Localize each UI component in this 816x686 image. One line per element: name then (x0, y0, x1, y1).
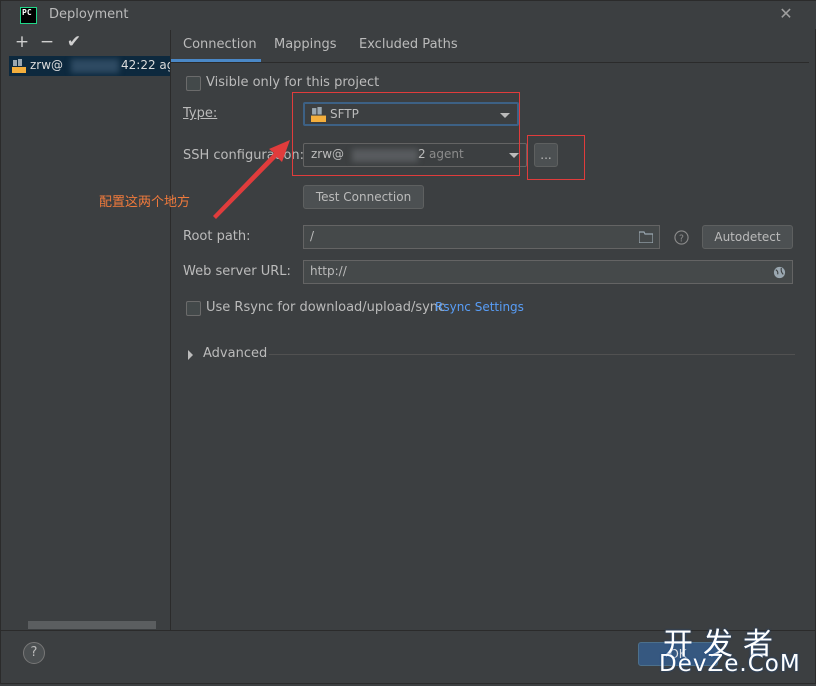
highlight-box-type-ssh (292, 92, 520, 176)
active-tab-indicator (171, 59, 261, 62)
folder-icon[interactable] (639, 231, 653, 243)
visible-only-checkbox[interactable] (186, 76, 201, 91)
server-list-panel: + − ✔ zrw@ 42:22 age (8, 30, 171, 630)
pycharm-logo-icon: PC (20, 7, 37, 24)
test-connection-button[interactable]: Test Connection (303, 185, 424, 209)
chevron-right-icon[interactable] (188, 350, 193, 360)
window-title: Deployment (49, 7, 129, 22)
root-path-label: Root path: (183, 229, 251, 244)
apply-icon[interactable]: ✔ (65, 32, 83, 52)
use-rsync-checkbox[interactable] (186, 301, 201, 316)
add-server-icon[interactable]: + (13, 32, 31, 52)
globe-icon[interactable] (773, 266, 786, 279)
visible-only-label: Visible only for this project (206, 75, 380, 90)
highlight-box-more-button (527, 135, 585, 180)
web-server-url-label: Web server URL: (183, 264, 291, 279)
title-bar: PC Deployment ✕ (1, 1, 816, 29)
autodetect-button[interactable]: Autodetect (702, 225, 793, 249)
root-path-input[interactable]: / (303, 225, 660, 249)
tab-connection[interactable]: Connection (183, 37, 257, 52)
advanced-separator (269, 354, 795, 355)
watermark-line-2: DevZe.CoM (659, 651, 801, 677)
tab-bar: Connection Mappings Excluded Paths (171, 30, 809, 63)
web-server-url-value: http:// (310, 264, 347, 278)
help-button[interactable]: ? (23, 642, 45, 664)
advanced-section-toggle[interactable]: Advanced (203, 346, 267, 361)
server-name-suffix: 42:22 age (121, 58, 170, 72)
use-rsync-label: Use Rsync for download/upload/sync (206, 300, 446, 315)
web-server-url-input[interactable]: http:// (303, 260, 793, 284)
svg-text:?: ? (679, 233, 684, 244)
redacted-host (71, 59, 119, 73)
type-label: Type: (183, 106, 218, 121)
annotation-arrow-icon (213, 140, 290, 219)
rsync-settings-link[interactable]: Rsync Settings (435, 300, 524, 314)
server-name: zrw@ (30, 58, 64, 72)
tab-excluded-paths[interactable]: Excluded Paths (359, 37, 458, 52)
deployment-dialog: PC Deployment ✕ + − ✔ zrw@ 42:22 age Con… (0, 0, 816, 684)
server-list-item[interactable]: zrw@ 42:22 age (9, 56, 170, 76)
help-icon[interactable]: ? (674, 230, 689, 245)
tab-mappings[interactable]: Mappings (274, 37, 337, 52)
root-path-value: / (310, 229, 315, 243)
remove-server-icon[interactable]: − (38, 32, 56, 52)
watermark: 开发者 DevZe.CoM (659, 619, 815, 683)
close-icon[interactable]: ✕ (777, 5, 795, 23)
sftp-icon (12, 59, 26, 73)
horizontal-scrollbar[interactable] (28, 621, 156, 629)
annotation-text: 配置这两个地方 (99, 195, 191, 210)
